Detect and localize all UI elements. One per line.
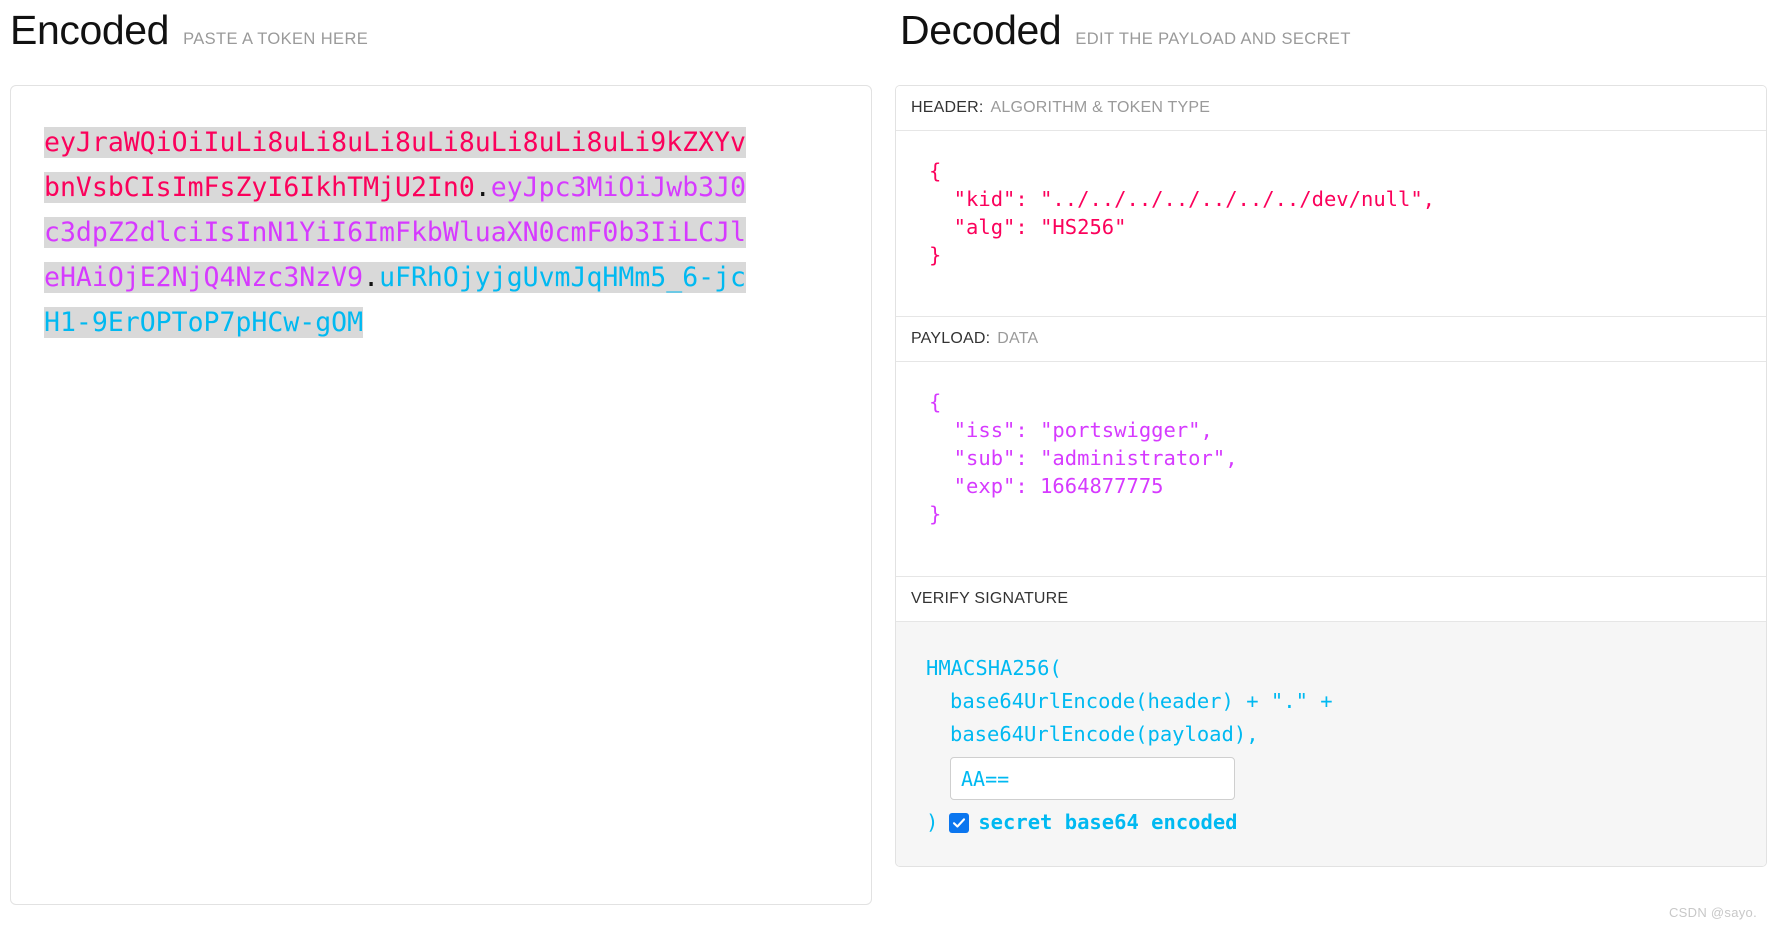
header-json-editor[interactable]: { "kid": "../../../../../../../dev/null"…: [896, 131, 1766, 317]
header-section-label: HEADER:: [911, 99, 984, 116]
decoded-sections: HEADER: ALGORITHM & TOKEN TYPE { "kid": …: [895, 85, 1767, 867]
payload-section-title: PAYLOAD: DATA: [896, 317, 1766, 362]
base64-payload-line: base64UrlEncode(payload),: [950, 722, 1259, 746]
encoded-subtitle: PASTE A TOKEN HERE: [183, 30, 369, 48]
check-icon: [953, 817, 966, 828]
token-separator-1: .: [474, 172, 491, 203]
decoded-title: Decoded: [900, 7, 1062, 53]
header-section-title: HEADER: ALGORITHM & TOKEN TYPE: [896, 86, 1766, 131]
signature-section-title: VERIFY SIGNATURE: [896, 577, 1766, 622]
encoded-token-text[interactable]: eyJraWQiOiIuLi8uLi8uLi8uLi8uLi8uLi8uLi9k…: [44, 120, 759, 345]
watermark: CSDN @sayo.: [1668, 905, 1757, 920]
signature-editor: HMACSHA256( base64UrlEncode(header) + ".…: [896, 622, 1766, 866]
token-separator-2: .: [363, 262, 380, 293]
payload-json-editor[interactable]: { "iss": "portswigger", "sub": "administ…: [896, 362, 1766, 577]
secret-base64-checkbox[interactable]: [949, 812, 970, 833]
decoded-subtitle: EDIT THE PAYLOAD AND SECRET: [1075, 30, 1351, 48]
base64-header-line: base64UrlEncode(header) + "." +: [950, 689, 1333, 713]
secret-base64-label[interactable]: secret base64 encoded: [978, 806, 1237, 839]
payload-section-desc: DATA: [997, 330, 1039, 347]
signature-section-label: VERIFY SIGNATURE: [911, 590, 1069, 607]
hmac-open-line: HMACSHA256(: [926, 656, 1062, 680]
encoded-title: Encoded: [10, 7, 170, 53]
encoded-heading: Encoded PASTE A TOKEN HERE: [0, 0, 895, 62]
encoded-column: Encoded PASTE A TOKEN HERE eyJraWQiOiIuL…: [0, 0, 895, 930]
encoded-token-panel[interactable]: eyJraWQiOiIuLi8uLi8uLi8uLi8uLi8uLi8uLi9k…: [10, 85, 872, 905]
decoded-column: Decoded EDIT THE PAYLOAD AND SECRET HEAD…: [895, 0, 1775, 930]
hmac-close-paren: ): [926, 810, 939, 834]
secret-input[interactable]: [950, 757, 1235, 800]
decoded-heading: Decoded EDIT THE PAYLOAD AND SECRET: [895, 0, 1775, 62]
payload-section-label: PAYLOAD:: [911, 330, 991, 347]
header-section-desc: ALGORITHM & TOKEN TYPE: [990, 99, 1211, 116]
signature-footer: ) secret base64 encoded: [926, 806, 1766, 839]
jwt-debugger: Encoded PASTE A TOKEN HERE eyJraWQiOiIuL…: [0, 0, 1775, 930]
